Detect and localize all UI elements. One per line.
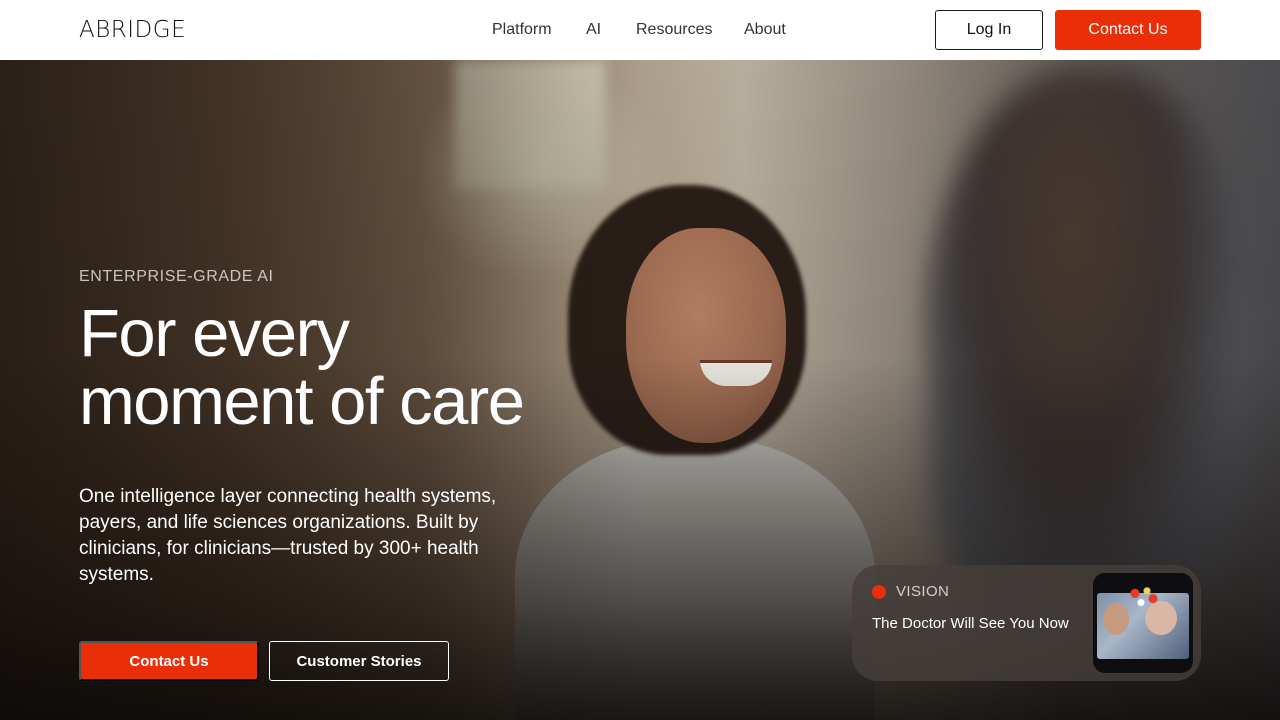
vision-tag: VISION bbox=[896, 583, 950, 600]
nav-item-ai[interactable]: AI bbox=[586, 20, 601, 40]
hero-section: ENTERPRISE-GRADE AI For every moment of … bbox=[0, 60, 1280, 720]
vision-card-title: The Doctor Will See You Now bbox=[872, 615, 1069, 632]
hero-title: For every moment of care bbox=[79, 300, 639, 436]
hero-description: One intelligence layer connecting health… bbox=[79, 486, 497, 585]
nav-item-about[interactable]: About bbox=[744, 20, 786, 40]
hero-contact-button[interactable]: Contact Us bbox=[79, 641, 259, 681]
thumbnail-graphic bbox=[1123, 583, 1163, 609]
vision-video-card[interactable]: VISION The Doctor Will See You Now bbox=[852, 565, 1201, 681]
header-contact-button[interactable]: Contact Us bbox=[1055, 10, 1201, 50]
hero-title-line-1: For every bbox=[79, 296, 350, 371]
login-button[interactable]: Log In bbox=[935, 10, 1043, 50]
nav-item-resources[interactable]: Resources bbox=[636, 20, 712, 40]
hero-eyebrow: ENTERPRISE-GRADE AI bbox=[79, 268, 274, 285]
site-header: ABRIDGE Platform AI Resources About Log … bbox=[0, 0, 1280, 60]
hero-title-line-2: moment of care bbox=[79, 364, 525, 439]
customer-stories-button[interactable]: Customer Stories bbox=[269, 641, 449, 681]
nav-item-platform[interactable]: Platform bbox=[492, 20, 552, 40]
live-dot-icon bbox=[872, 585, 886, 599]
vision-video-thumbnail[interactable] bbox=[1093, 573, 1193, 673]
